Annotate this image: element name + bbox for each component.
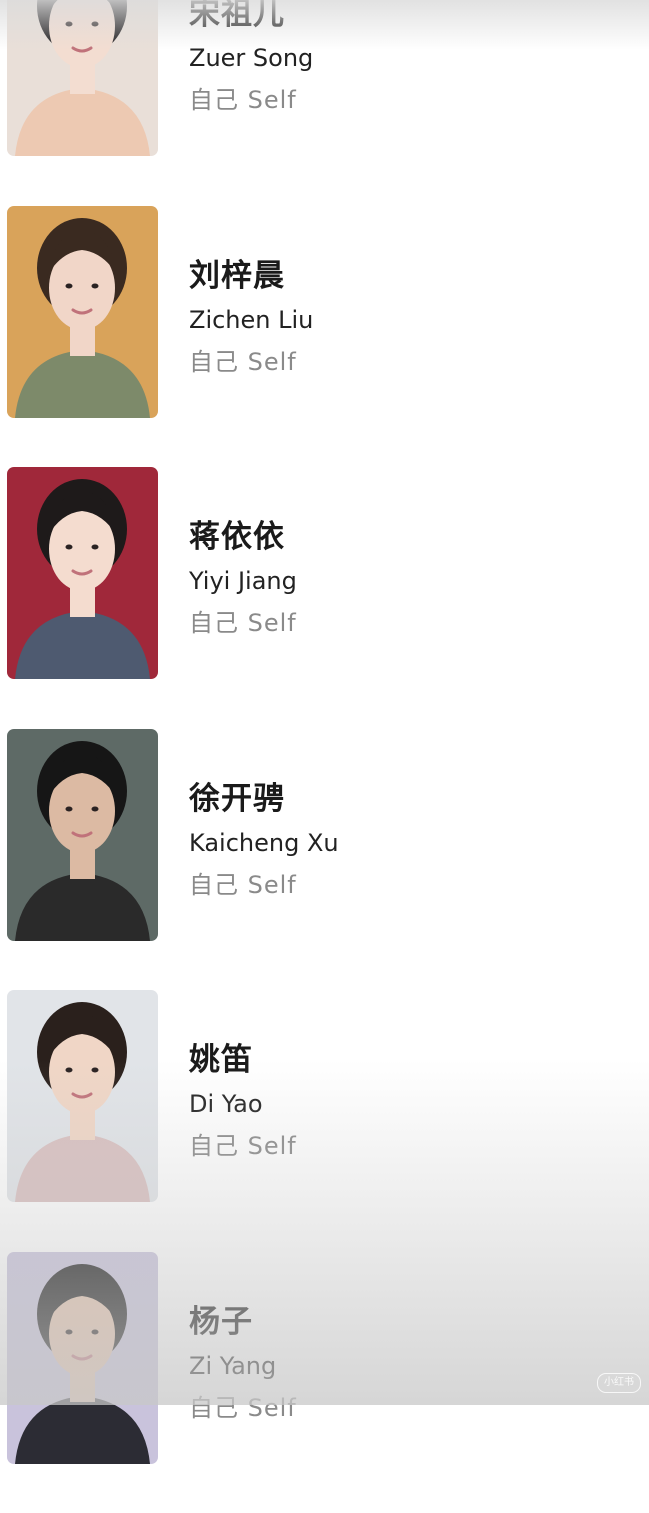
cast-item[interactable]: 宋祖儿 Zuer Song 自己 Self: [0, 0, 649, 206]
portrait-image: [7, 467, 158, 679]
cast-name-zh: 宋祖儿: [189, 0, 285, 34]
cast-name-zh: 蒋依依: [189, 517, 285, 557]
cast-photo[interactable]: [7, 990, 158, 1202]
cast-photo[interactable]: [7, 729, 158, 941]
portrait-image: [7, 0, 158, 156]
cast-photo[interactable]: [7, 0, 158, 156]
cast-photo[interactable]: [7, 467, 158, 679]
portrait-image: [7, 729, 158, 941]
cast-role: 自己 Self: [189, 869, 297, 901]
cast-name-en: Zi Yang: [189, 1350, 276, 1382]
portrait-image: [7, 206, 158, 418]
cast-role: 自己 Self: [189, 607, 297, 639]
cast-name-en: Zichen Liu: [189, 304, 313, 336]
cast-name-zh: 徐开骋: [189, 779, 285, 819]
cast-item[interactable]: 杨子 Zi Yang 自己 Self: [0, 1252, 649, 1513]
cast-item[interactable]: 姚笛 Di Yao 自己 Self: [0, 990, 649, 1252]
watermark-logo: 小红书: [597, 1373, 641, 1393]
cast-item[interactable]: 徐开骋 Kaicheng Xu 自己 Self: [0, 729, 649, 991]
portrait-image: [7, 990, 158, 1202]
cast-role: 自己 Self: [189, 1130, 297, 1162]
cast-name-en: Yiyi Jiang: [189, 565, 297, 597]
cast-name-en: Kaicheng Xu: [189, 827, 339, 859]
portrait-image: [7, 1252, 158, 1464]
cast-name-en: Zuer Song: [189, 42, 313, 74]
cast-role: 自己 Self: [189, 346, 297, 378]
cast-name-zh: 姚笛: [189, 1040, 253, 1080]
cast-item[interactable]: 蒋依依 Yiyi Jiang 自己 Self: [0, 467, 649, 729]
cast-item[interactable]: 刘梓晨 Zichen Liu 自己 Self: [0, 206, 649, 468]
cast-name-en: Di Yao: [189, 1088, 263, 1120]
cast-role: 自己 Self: [189, 1392, 297, 1424]
cast-name-zh: 刘梓晨: [189, 256, 285, 296]
cast-name-zh: 杨子: [189, 1302, 253, 1342]
cast-photo[interactable]: [7, 206, 158, 418]
cast-photo[interactable]: [7, 1252, 158, 1464]
cast-list: 宋祖儿 Zuer Song 自己 Self 刘梓晨 Zichen Liu 自己 …: [0, 0, 649, 1513]
cast-role: 自己 Self: [189, 84, 297, 116]
